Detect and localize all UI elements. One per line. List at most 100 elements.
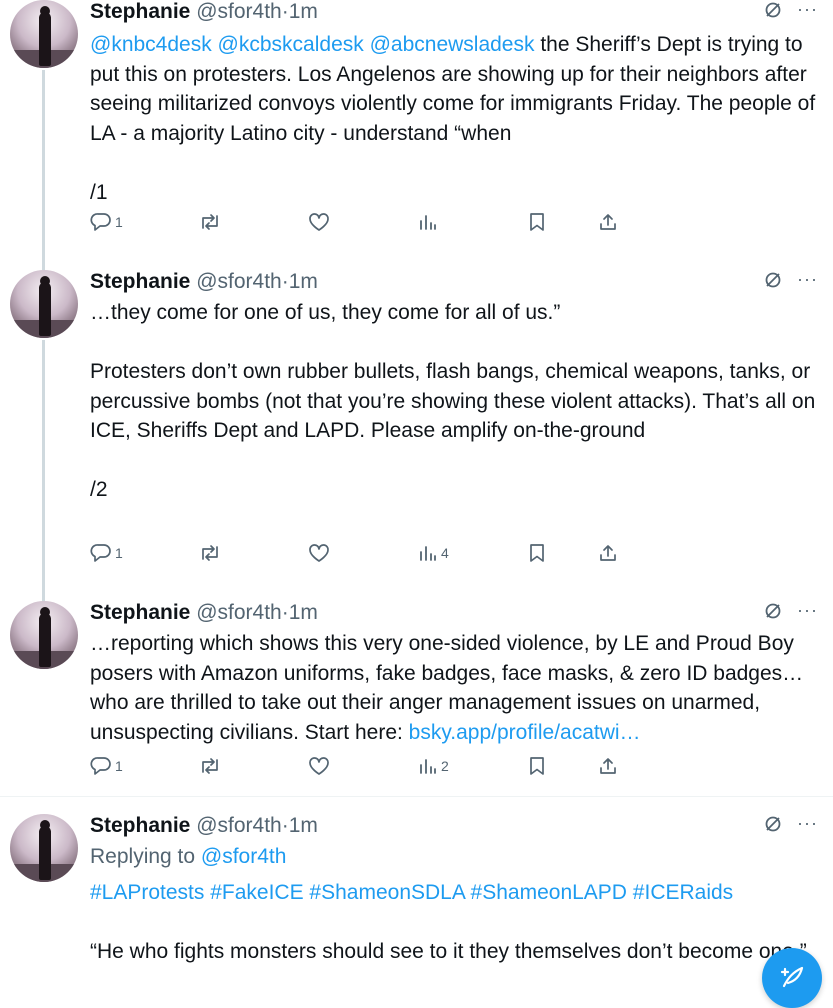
tweet-top-icons: ··· (763, 0, 823, 24)
more-icon[interactable]: ··· (797, 601, 818, 619)
tweet-header: Stephanie @sfor4th·1m (90, 814, 318, 838)
timestamp[interactable]: 1m (289, 601, 318, 624)
replying-handle[interactable]: @sfor4th (201, 845, 287, 868)
tweet-body: “He who fights monsters should see to it… (90, 939, 807, 963)
more-icon[interactable]: ··· (797, 270, 818, 288)
replying-to: Replying to @sfor4th (90, 842, 820, 872)
tweet-header: Stephanie @sfor4th·1m (90, 270, 318, 294)
author-handle[interactable]: @sfor4th (196, 0, 282, 23)
tweet[interactable]: Stephanie @sfor4th·1m ··· @knbc4desk @kc… (0, 0, 833, 250)
compose-icon (780, 966, 804, 988)
bookmark-button[interactable] (528, 756, 546, 776)
like-button[interactable] (308, 212, 333, 232)
reply-icon (90, 757, 111, 775)
tweet[interactable]: Stephanie @sfor4th·1m ··· …reporting whi… (0, 601, 833, 795)
grok-slash-icon[interactable] (763, 270, 783, 295)
bookmark-icon (530, 544, 544, 562)
reply-icon (90, 213, 111, 231)
share-icon (600, 214, 616, 230)
separator: · (281, 270, 289, 293)
author-name[interactable]: Stephanie (90, 0, 190, 23)
tweet[interactable]: Stephanie @sfor4th·1m ··· …they come for… (0, 270, 833, 580)
author-handle[interactable]: @sfor4th (196, 814, 282, 837)
views-count: 4 (441, 545, 449, 561)
divider (0, 796, 833, 797)
reply-button[interactable]: 1 (90, 212, 123, 232)
tweet-top-icons: ··· (763, 601, 823, 625)
tweet[interactable]: Stephanie @sfor4th·1m ··· Replying to @s… (0, 814, 833, 1000)
author-name[interactable]: Stephanie (90, 814, 190, 837)
repost-icon (202, 545, 218, 561)
thread-number: /1 (90, 180, 108, 204)
share-icon (600, 545, 616, 561)
action-bar: 1 (90, 212, 630, 236)
grok-slash-icon[interactable] (763, 0, 783, 25)
views-button[interactable] (418, 212, 441, 232)
share-icon (600, 758, 616, 774)
like-icon (309, 544, 329, 562)
tweet-body: Protesters don’t own rubber bullets, fla… (90, 360, 816, 442)
tweet-text: …they come for one of us, they come for … (90, 298, 820, 505)
like-button[interactable] (308, 756, 333, 776)
share-button[interactable] (598, 543, 618, 563)
views-icon (420, 215, 436, 230)
separator: · (281, 814, 289, 837)
action-bar: 1 2 (90, 756, 630, 780)
bookmark-icon (530, 757, 544, 775)
repost-button[interactable] (198, 756, 225, 776)
tweet-header: Stephanie @sfor4th·1m (90, 0, 318, 24)
like-icon (309, 213, 329, 231)
like-icon (309, 757, 329, 775)
reply-button[interactable]: 1 (90, 543, 123, 563)
replying-label: Replying to (90, 845, 201, 868)
share-button[interactable] (598, 212, 618, 232)
reply-icon (90, 544, 111, 562)
like-button[interactable] (308, 543, 333, 563)
tweet-top-icons: ··· (763, 814, 823, 838)
mentions[interactable]: @knbc4desk @kcbskcaldesk @abcnewsladesk (90, 33, 535, 56)
grok-slash-icon[interactable] (763, 601, 783, 626)
compose-button[interactable] (762, 948, 822, 1008)
views-icon (420, 546, 436, 561)
hashtags[interactable]: #LAProtests #FakeICE #ShameonSDLA #Shame… (90, 878, 820, 908)
tweet-text: Replying to @sfor4th #LAProtests #FakeIC… (90, 842, 820, 966)
action-bar: 1 4 (90, 543, 630, 567)
avatar[interactable] (10, 270, 78, 338)
tweet-text: @knbc4desk @kcbskcaldesk @abcnewsladesk … (90, 30, 820, 207)
avatar[interactable] (10, 814, 78, 882)
tweet-top-icons: ··· (763, 270, 823, 294)
grok-slash-icon[interactable] (763, 814, 783, 839)
repost-button[interactable] (198, 212, 225, 232)
reply-button[interactable]: 1 (90, 756, 123, 776)
more-icon[interactable]: ··· (797, 814, 818, 832)
external-link[interactable]: bsky.app/profile/acatwi… (409, 721, 641, 744)
timestamp[interactable]: 1m (289, 0, 318, 23)
repost-button[interactable] (198, 543, 225, 563)
bookmark-button[interactable] (528, 212, 546, 232)
tweet-header: Stephanie @sfor4th·1m (90, 601, 318, 625)
author-handle[interactable]: @sfor4th (196, 270, 282, 293)
thread-number: /2 (90, 478, 108, 501)
avatar[interactable] (10, 0, 78, 68)
views-button[interactable]: 4 (418, 543, 449, 563)
views-button[interactable]: 2 (418, 756, 449, 776)
author-name[interactable]: Stephanie (90, 270, 190, 293)
separator: · (281, 601, 289, 624)
reply-count: 1 (115, 545, 123, 561)
bookmark-button[interactable] (528, 543, 546, 563)
views-count: 2 (441, 758, 449, 774)
repost-icon (202, 758, 218, 774)
repost-icon (202, 214, 218, 230)
more-icon[interactable]: ··· (797, 0, 818, 18)
author-name[interactable]: Stephanie (90, 601, 190, 624)
views-icon (420, 759, 436, 774)
avatar[interactable] (10, 601, 78, 669)
author-handle[interactable]: @sfor4th (196, 601, 282, 624)
reply-count: 1 (115, 214, 123, 230)
share-button[interactable] (598, 756, 618, 776)
timestamp[interactable]: 1m (289, 270, 318, 293)
bookmark-icon (530, 213, 544, 231)
tweet-text: …reporting which shows this very one-sid… (90, 629, 820, 747)
timestamp[interactable]: 1m (289, 814, 318, 837)
reply-count: 1 (115, 758, 123, 774)
